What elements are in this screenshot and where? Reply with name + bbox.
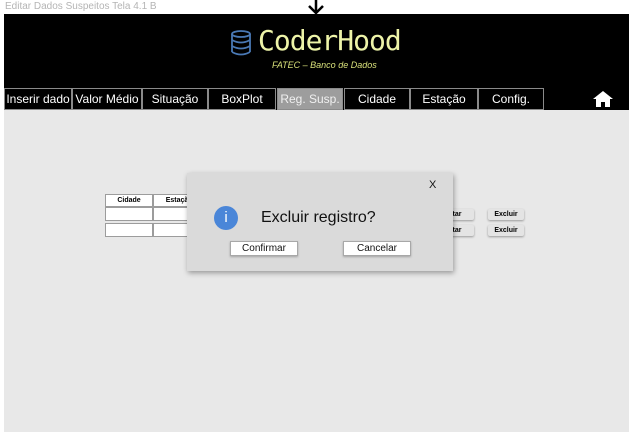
cancel-button[interactable]: Cancelar — [343, 241, 411, 256]
tab-reg-susp[interactable]: Reg. Susp. — [277, 88, 343, 110]
tab-cidade[interactable]: Cidade — [344, 88, 410, 110]
database-icon — [231, 30, 251, 56]
tab-situacao[interactable]: Situação — [142, 88, 208, 110]
frame-title: Editar Dados Suspeitos Tela 4.1 B — [5, 1, 157, 12]
dialog-message: Excluir registro? — [261, 209, 376, 226]
table-cell — [105, 223, 153, 237]
app-window: CoderHood FATEC – Banco de Dados Inserir… — [4, 14, 629, 432]
confirm-button[interactable]: Confirmar — [230, 241, 298, 256]
table-cell — [105, 207, 153, 221]
logo: CoderHood FATEC – Banco de Dados — [230, 24, 430, 74]
brand-name: CoderHood — [258, 24, 402, 57]
delete-button[interactable]: Excluir — [488, 209, 524, 220]
tab-valor-medio[interactable]: Valor Médio — [72, 88, 142, 110]
tab-estacao[interactable]: Estação — [410, 88, 478, 110]
info-icon: i — [214, 206, 238, 230]
close-button[interactable]: X — [429, 179, 436, 191]
confirm-delete-dialog: X i Excluir registro? Confirmar Cancelar — [187, 173, 453, 271]
brand-subtitle: FATEC – Banco de Dados — [272, 60, 377, 70]
tab-config[interactable]: Config. — [478, 88, 544, 110]
header: CoderHood FATEC – Banco de Dados Inserir… — [4, 14, 629, 110]
home-icon[interactable] — [592, 90, 614, 108]
delete-button[interactable]: Excluir — [488, 225, 524, 236]
tab-inserir-dado[interactable]: Inserir dado — [4, 88, 72, 110]
column-header-cidade: Cidade — [105, 194, 153, 207]
tab-boxplot[interactable]: BoxPlot — [208, 88, 276, 110]
